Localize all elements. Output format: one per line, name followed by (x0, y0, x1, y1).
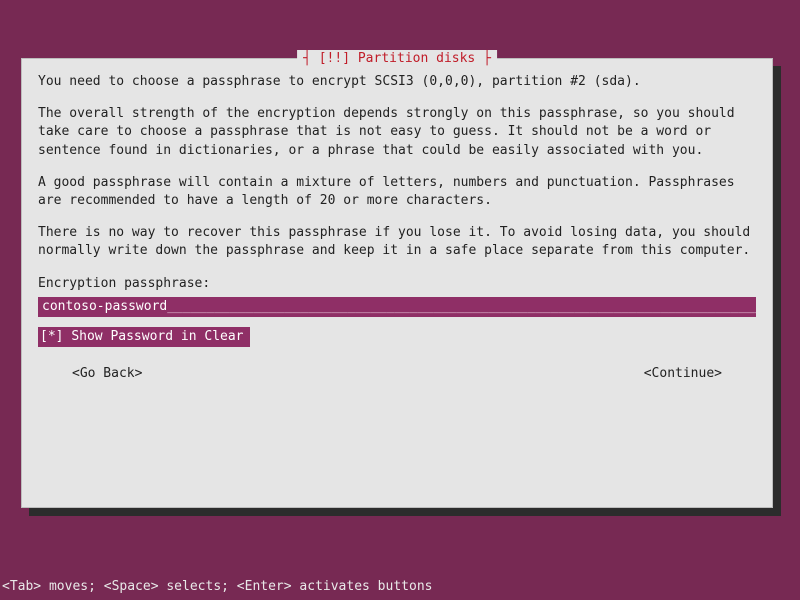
passphrase-value: contoso-password (42, 299, 167, 314)
go-back-button[interactable]: <Go Back> (72, 365, 142, 383)
show-password-label: Show Password in Clear (71, 329, 243, 344)
dialog-title: [!!] Partition disks (297, 50, 497, 68)
dialog-body: You need to choose a passphrase to encry… (22, 59, 772, 393)
checkbox-glyph: [*] (40, 329, 63, 344)
passphrase-input[interactable]: contoso-password________________________… (38, 297, 756, 317)
partition-disks-dialog: [!!] Partition disks You need to choose … (21, 58, 773, 508)
show-password-checkbox[interactable]: [*] Show Password in Clear (38, 327, 250, 347)
intro-paragraph-3: A good passphrase will contain a mixture… (38, 174, 756, 210)
intro-paragraph-2: The overall strength of the encryption d… (38, 105, 756, 160)
intro-paragraph-4: There is no way to recover this passphra… (38, 224, 756, 260)
dialog-button-row: <Go Back> <Continue> (38, 365, 756, 383)
intro-paragraph-1: You need to choose a passphrase to encry… (38, 73, 756, 91)
continue-button[interactable]: <Continue> (644, 365, 722, 383)
help-bar: <Tab> moves; <Space> selects; <Enter> ac… (0, 576, 434, 598)
input-underline-fill: ________________________________________… (167, 299, 756, 314)
passphrase-label: Encryption passphrase: (38, 275, 756, 293)
